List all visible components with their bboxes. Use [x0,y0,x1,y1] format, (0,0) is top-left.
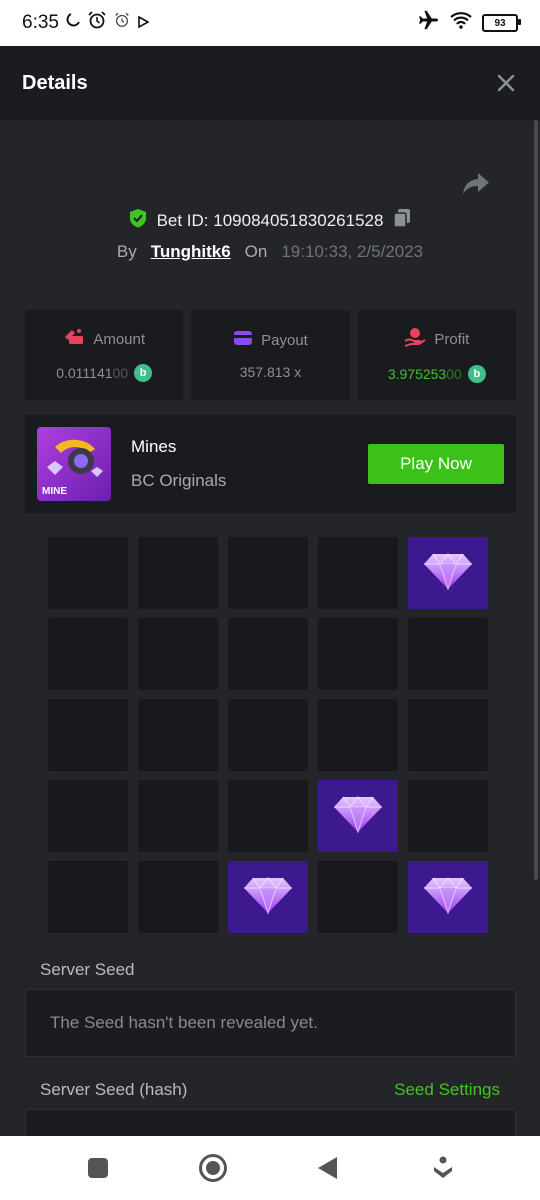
mine-tile[interactable] [138,537,218,609]
amount-value-trailing: 00 [112,365,129,381]
copy-button[interactable] [393,208,411,233]
details-header: Details [0,46,540,120]
scrollbar[interactable] [534,120,538,880]
page-title: Details [22,71,88,94]
mine-tile[interactable] [318,618,398,690]
game-name: Mines [131,437,177,456]
mine-tile[interactable] [228,537,308,609]
play-store-icon [137,12,150,34]
bet-id: Bet ID: 109084051830261528 [156,210,384,230]
gem-icon [333,795,383,838]
share-button[interactable] [462,172,492,198]
profit-icon [404,327,426,351]
game-card: MINE Mines BC Originals Play Now [25,415,516,513]
wifi-icon [450,11,472,35]
amount-label: Amount [93,330,146,348]
profit-label: Profit [434,330,470,348]
bet-stats: Amount 0.01114100 b Payout 357.813 x Pro… [25,310,516,400]
mine-tile[interactable] [138,780,218,852]
mine-tile[interactable] [48,861,128,933]
mines-board [48,537,489,934]
stat-payout: Payout 357.813 x [191,310,350,400]
airplane-icon [418,10,440,36]
amount-value: 0.011141 [56,365,113,381]
mine-tile[interactable] [228,780,308,852]
seed-settings-link[interactable]: Seed Settings [394,1080,500,1100]
wallet-icon [233,330,253,350]
server-seed-hash-label: Server Seed (hash) [40,1080,188,1099]
square-icon [87,1158,108,1178]
mines-game-thumbnail[interactable]: MINE [37,427,111,501]
details-content[interactable]: Bet ID: 109084051830261528 By Tunghitk6 … [0,120,540,1136]
mine-tile[interactable] [228,699,308,771]
on-label: On [244,242,268,261]
battery-level: 93 [494,17,506,29]
bet-datetime: 19:10:33, 2/5/2023 [281,242,424,261]
game-provider: BC Originals [131,471,227,490]
mine-tile-gem[interactable] [318,780,398,852]
profit-value: 3.975253 [387,366,447,382]
download-arrow-icon [433,1156,452,1178]
mine-tile[interactable] [408,780,488,852]
mine-tile[interactable] [138,618,218,690]
mine-tile[interactable] [318,861,398,933]
bcd-coin-icon: b [467,365,486,383]
share-icon [463,173,489,194]
mine-tile[interactable] [48,537,128,609]
back-triangle-icon [317,1157,337,1179]
server-seed-hash-field[interactable] [25,1109,516,1136]
home-button[interactable] [195,1150,231,1186]
home-circle-icon [198,1154,227,1182]
alarm-outline-icon [113,11,131,35]
by-label: By [116,242,137,261]
bet-id-row: Bet ID: 109084051830261528 [0,208,540,233]
mine-tile[interactable] [138,861,218,933]
battery-icon: 93 [482,14,521,32]
amount-icon [63,328,85,350]
bcd-coin-icon: b [134,364,153,382]
status-time: 6:35 [22,12,59,33]
stat-amount: Amount 0.01114100 b [25,310,184,400]
mine-tile[interactable] [48,780,128,852]
mine-tile[interactable] [318,537,398,609]
mine-tile[interactable] [228,618,308,690]
mine-tile-gem[interactable] [228,861,308,933]
payout-label: Payout [261,331,308,349]
mine-tile[interactable] [318,699,398,771]
mine-tile-gem[interactable] [408,537,488,609]
username-link[interactable]: Tunghitk6 [151,242,231,262]
gem-icon [243,876,293,919]
mine-tile-gem[interactable] [408,861,488,933]
mine-tile[interactable] [408,699,488,771]
close-button[interactable] [494,71,518,95]
mine-tile[interactable] [408,618,488,690]
copy-icon [393,209,411,228]
mine-tile[interactable] [48,699,128,771]
play-now-button[interactable]: Play Now [368,444,504,484]
thumbnail-label: MINE [42,486,67,497]
profit-value-trailing: 00 [446,366,462,382]
status-bar: 6:35 93 [0,0,540,46]
gem-icon [423,552,473,595]
bet-author-row: By Tunghitk6 On 19:10:33, 2/5/2023 [0,242,540,262]
mine-tile[interactable] [48,618,128,690]
server-seed-field[interactable]: The Seed hasn't been revealed yet. [25,989,516,1057]
back-button[interactable] [310,1150,346,1186]
assistant-button[interactable] [425,1150,461,1186]
close-icon [497,74,515,92]
server-seed-label: Server Seed [40,960,135,979]
alarm-icon [87,10,107,36]
system-nav-bar [0,1136,540,1200]
moon-icon [65,12,81,34]
payout-value: 357.813 x [239,364,302,380]
shield-check-icon [129,208,147,233]
gem-icon [423,876,473,919]
stat-profit: Profit 3.97525300 b [357,310,516,400]
recents-button[interactable] [80,1150,116,1186]
mine-tile[interactable] [138,699,218,771]
